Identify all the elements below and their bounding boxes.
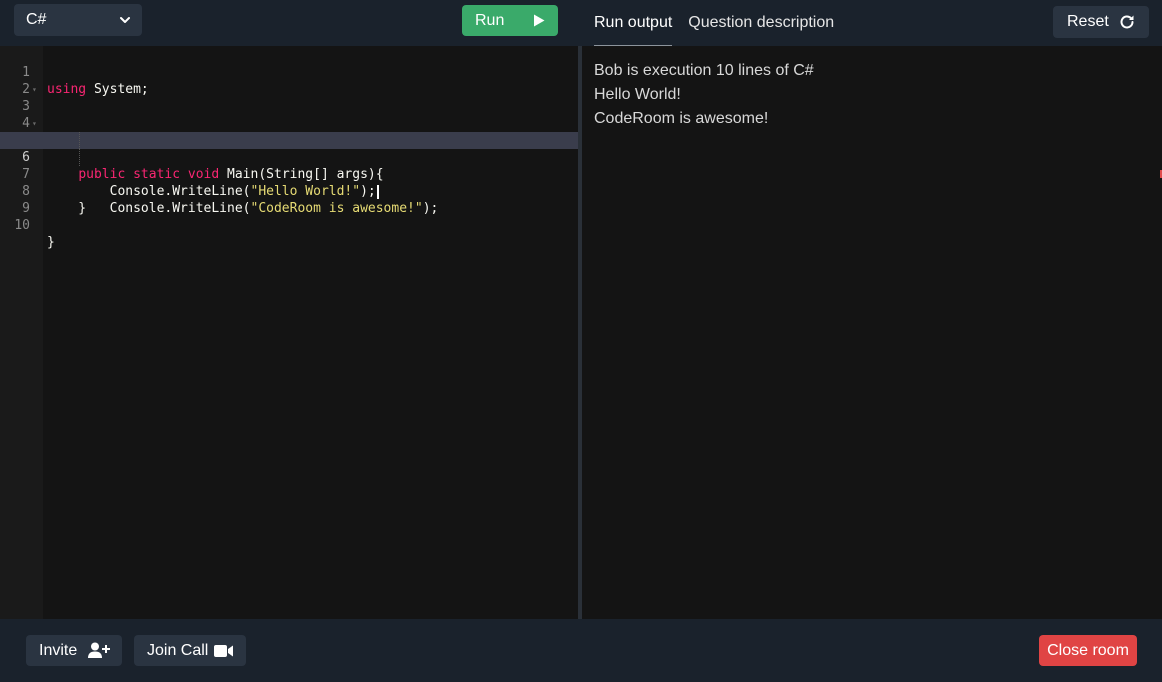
line-number: 10 bbox=[14, 218, 30, 233]
redo-icon bbox=[1120, 15, 1134, 29]
fold-toggle-icon[interactable]: ▾ bbox=[32, 81, 37, 98]
top-bar: C# Run Run output Question description R… bbox=[0, 0, 1162, 46]
code-line: 7 Console.WriteLine("CodeRoom is awesome… bbox=[0, 149, 578, 216]
code-editor[interactable]: 1 using System; 2 3 ▾ public class Solut… bbox=[0, 46, 578, 619]
close-room-button[interactable]: Close room bbox=[1039, 635, 1137, 666]
tab-question-description[interactable]: Question description bbox=[688, 0, 834, 46]
indent-guide bbox=[79, 149, 80, 166]
chevron-down-icon bbox=[120, 17, 130, 23]
play-icon bbox=[534, 14, 545, 27]
output-line: CodeRoom is awesome! bbox=[594, 110, 769, 127]
output-line: Bob is execution 10 lines of C# bbox=[594, 62, 814, 79]
join-call-button[interactable]: Join Call bbox=[134, 635, 246, 666]
language-select-value: C# bbox=[26, 11, 47, 28]
video-camera-icon bbox=[214, 645, 233, 657]
output-line: Hello World! bbox=[594, 86, 681, 103]
run-output-panel: Bob is execution 10 lines of C# Hello Wo… bbox=[582, 46, 1162, 619]
code-line: 10 } bbox=[0, 200, 578, 250]
run-button[interactable]: Run bbox=[462, 5, 558, 36]
code-line: 8 } bbox=[0, 166, 578, 216]
code-line: 3 ▾ public class Solution { bbox=[0, 81, 578, 148]
output-tabs: Run output Question description bbox=[594, 0, 850, 46]
code-line: 1 using System; bbox=[0, 47, 578, 97]
reset-button-label: Reset bbox=[1067, 13, 1109, 30]
code-line: 2 bbox=[0, 64, 578, 97]
code-line: 4 bbox=[0, 98, 578, 131]
add-user-icon bbox=[88, 642, 110, 658]
run-button-label: Run bbox=[475, 11, 505, 29]
fold-toggle-icon[interactable]: ▾ bbox=[32, 115, 37, 132]
code-line: 5 ▾ public static void Main(String[] arg… bbox=[0, 115, 578, 182]
indent-guide bbox=[79, 132, 80, 149]
bottom-bar: Invite Join Call Close room bbox=[0, 619, 1162, 682]
reset-button[interactable]: Reset bbox=[1053, 6, 1149, 38]
tab-run-output[interactable]: Run output bbox=[594, 0, 673, 46]
code-text: } bbox=[47, 235, 55, 250]
code-line-active: 6 Console.WriteLine("Hello World!"); bbox=[0, 132, 578, 199]
code-lines: 1 using System; 2 3 ▾ public class Solut… bbox=[0, 46, 578, 250]
invite-button[interactable]: Invite bbox=[26, 635, 122, 666]
code-line: 9 bbox=[0, 183, 578, 216]
language-select[interactable]: C# bbox=[14, 4, 142, 36]
join-call-button-label: Join Call bbox=[147, 641, 209, 659]
invite-button-label: Invite bbox=[39, 641, 78, 659]
